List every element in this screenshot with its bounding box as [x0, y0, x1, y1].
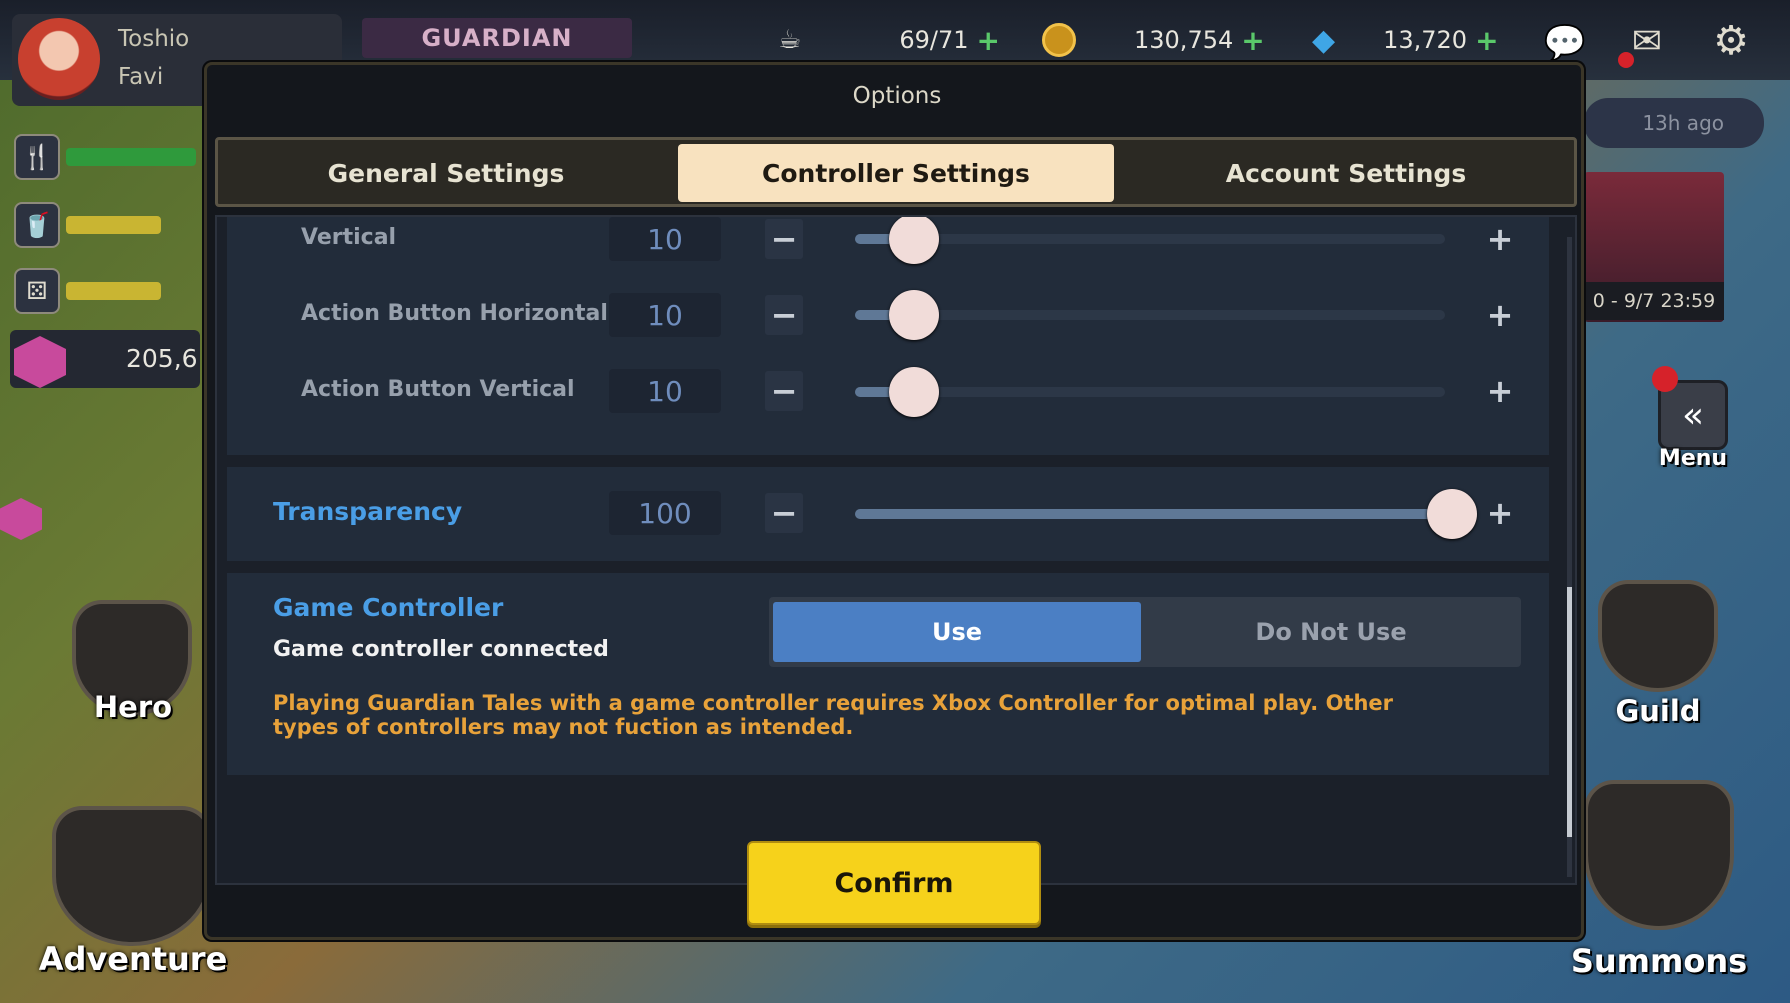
diamond-icon: ◆	[1312, 22, 1336, 58]
gold-counter[interactable]: 130,754 +	[1042, 22, 1265, 58]
coffee-icon: ☕	[778, 25, 802, 55]
options-modal: Options General Settings Controller Sett…	[204, 62, 1584, 940]
vertical-label: Vertical	[301, 225, 397, 250]
adventure-label[interactable]: Adventure	[30, 940, 236, 978]
action-vertical-plus-button[interactable]: +	[1481, 371, 1519, 411]
vertical-plus-button[interactable]: +	[1481, 219, 1519, 259]
vertical-slider-knob[interactable]	[889, 217, 939, 264]
food-bar	[66, 148, 196, 166]
transparency-slider-track[interactable]	[855, 509, 1455, 519]
use-controller-button[interactable]: Use	[773, 602, 1141, 662]
notice-time[interactable]: 13h ago	[1584, 98, 1764, 148]
adventure-compass-icon[interactable]	[52, 806, 212, 946]
controller-status: Game controller connected	[273, 637, 609, 662]
action-vertical-label: Action Button Vertical	[301, 377, 575, 402]
add-stamina-icon[interactable]: +	[976, 24, 999, 57]
player-name: Toshio	[118, 26, 190, 52]
action-vertical-slider-track[interactable]	[855, 387, 1445, 397]
guild-label[interactable]: Guild	[1590, 694, 1726, 728]
tab-controller-settings[interactable]: Controller Settings	[678, 144, 1114, 202]
transparency-label: Transparency	[273, 497, 463, 526]
scrollbar-thumb[interactable]	[1567, 587, 1572, 837]
transparency-minus-button[interactable]: −	[765, 493, 803, 533]
guardian-banner[interactable]: GUARDIAN	[362, 18, 632, 58]
side-resource-value: 205,6	[126, 344, 198, 373]
action-vertical-value: 10	[609, 369, 721, 413]
fork-knife-icon[interactable]: 🍴	[14, 134, 60, 180]
dice-icon[interactable]: ⚄	[14, 268, 60, 314]
player-title: Favi	[118, 64, 164, 90]
hero-label[interactable]: Hero	[60, 690, 206, 724]
summons-label[interactable]: Summons	[1566, 942, 1752, 980]
settings-tab-bar: General Settings Controller Settings Acc…	[215, 137, 1577, 207]
gold-value: 130,754	[1134, 26, 1234, 54]
luck-bar	[66, 282, 161, 300]
stamina-counter[interactable]: ☕ 69/71 +	[778, 22, 1000, 58]
controller-settings-content[interactable]: Vertical 10 − + Action Button Horizontal…	[215, 215, 1577, 885]
transparency-value: 100	[609, 491, 721, 535]
hexagon-gem-icon	[0, 498, 42, 540]
do-not-use-controller-button[interactable]: Do Not Use	[1145, 602, 1517, 662]
action-horizontal-plus-button[interactable]: +	[1481, 295, 1519, 335]
gold-coin-icon	[1042, 23, 1076, 57]
add-gold-icon[interactable]: +	[1241, 24, 1264, 57]
gem-counter[interactable]: ◆ 13,720 +	[1312, 22, 1499, 58]
chat-icon[interactable]: 💬	[1542, 20, 1588, 66]
menu-label[interactable]: Menu	[1650, 446, 1736, 471]
add-gems-icon[interactable]: +	[1475, 24, 1498, 57]
vertical-value: 10	[609, 217, 721, 261]
controller-toggle: Use Do Not Use	[769, 597, 1521, 667]
action-horizontal-value: 10	[609, 293, 721, 337]
vertical-minus-button[interactable]: −	[765, 219, 803, 259]
stamina-value: 69/71	[899, 26, 969, 54]
action-horizontal-slider-knob[interactable]	[889, 290, 939, 340]
action-vertical-slider-knob[interactable]	[889, 367, 939, 417]
tab-account-settings[interactable]: Account Settings	[1122, 144, 1570, 202]
game-controller-panel: Game Controller Game controller connecte…	[227, 573, 1549, 775]
confirm-button[interactable]: Confirm	[747, 841, 1041, 925]
gem-value: 13,720	[1383, 26, 1468, 54]
menu-notification-dot	[1652, 366, 1678, 392]
transparency-panel: Transparency 100 − +	[227, 467, 1549, 561]
player-avatar[interactable]	[18, 18, 100, 100]
button-position-panel: Vertical 10 − + Action Button Horizontal…	[227, 217, 1549, 455]
drink-bar	[66, 216, 161, 234]
controller-note: Playing Guardian Tales with a game contr…	[273, 691, 1394, 739]
guild-castle-icon[interactable]	[1598, 580, 1718, 692]
action-horizontal-minus-button[interactable]: −	[765, 295, 803, 335]
gear-icon[interactable]: ⚙	[1708, 18, 1754, 64]
transparency-slider-knob[interactable]	[1427, 489, 1477, 539]
event-period: 0 - 9/7 23:59	[1584, 282, 1724, 320]
action-horizontal-slider-track[interactable]	[855, 310, 1445, 320]
vertical-slider-track[interactable]	[855, 234, 1445, 244]
summons-star-icon[interactable]	[1584, 780, 1734, 930]
action-vertical-minus-button[interactable]: −	[765, 371, 803, 411]
game-controller-title: Game Controller	[273, 593, 504, 622]
cup-icon[interactable]: 🥤	[14, 202, 60, 248]
action-horizontal-label: Action Button Horizontal	[301, 301, 608, 326]
tab-general-settings[interactable]: General Settings	[222, 144, 670, 202]
notification-dot	[1618, 52, 1634, 68]
transparency-plus-button[interactable]: +	[1481, 493, 1519, 533]
modal-title: Options	[852, 83, 942, 109]
